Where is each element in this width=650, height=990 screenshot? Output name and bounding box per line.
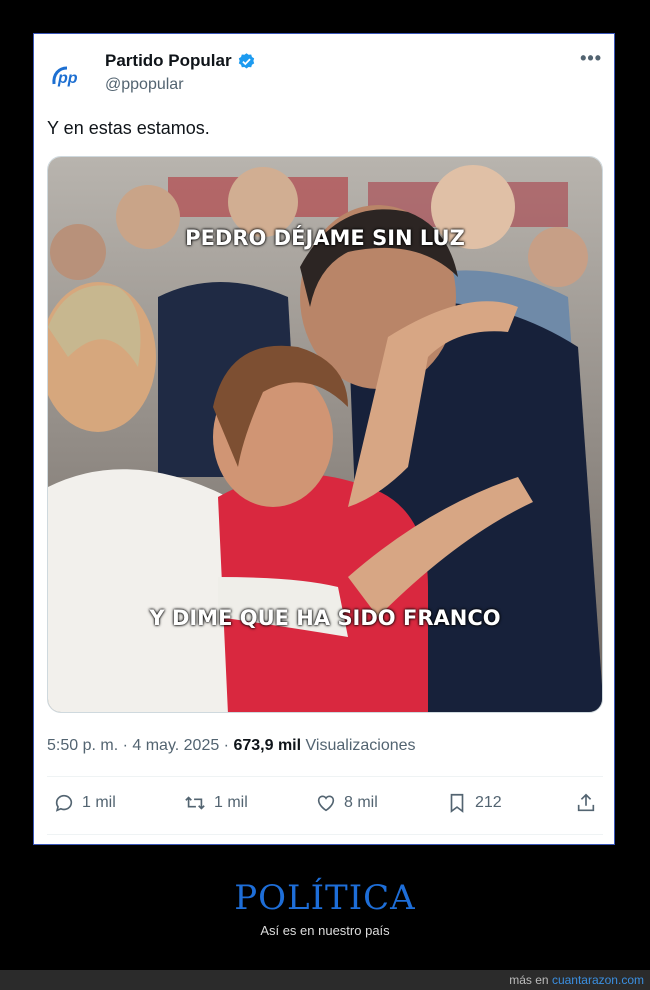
bookmark-count: 212 (475, 794, 502, 811)
repost-count: 1 mil (214, 794, 248, 811)
tweet-meta: 5:50 p. m. · 4 may. 2025 · 673,9 mil Vis… (47, 737, 416, 755)
bookmark-icon (450, 793, 464, 813)
tweet-media[interactable]: PEDRO DÉJAME SIN LUZ Y DIME QUE HA SIDO … (47, 156, 603, 713)
reply-button[interactable]: 1 mil (53, 792, 116, 814)
svg-text:pp: pp (57, 70, 78, 87)
more-prefix: más en (509, 973, 549, 987)
pp-logo-icon: pp (52, 66, 78, 87)
like-button[interactable]: 8 mil (315, 792, 378, 814)
tweet-actions: 1 mil 1 mil 8 mil 212 (47, 792, 603, 822)
share-icon (577, 793, 595, 812)
more-icon[interactable]: ••• (580, 48, 602, 69)
timestamp[interactable]: 5:50 p. m. · 4 may. 2025 · (47, 737, 229, 754)
tweet-text: Y en estas estamos. (47, 118, 210, 138)
like-count: 8 mil (344, 794, 378, 811)
bookmark-button[interactable]: 212 (446, 792, 502, 814)
author-name-text: Partido Popular (105, 51, 232, 70)
avatar[interactable]: pp (47, 54, 91, 98)
meme-caption-top: PEDRO DÉJAME SIN LUZ (185, 226, 465, 250)
views-count: 673,9 mil (233, 737, 302, 754)
author-handle[interactable]: @ppopular (105, 76, 184, 94)
like-icon (317, 795, 335, 812)
author-name[interactable]: Partido Popular (105, 51, 256, 71)
footer-bar: más en cuantarazon.com (0, 970, 650, 990)
divider-bottom (47, 834, 603, 835)
repost-button[interactable]: 1 mil (183, 792, 248, 814)
repost-icon (185, 796, 205, 810)
views-label: Visualizaciones (305, 737, 416, 754)
verified-badge-icon (238, 52, 254, 69)
reply-icon (55, 794, 73, 812)
category-title[interactable]: POLÍTICA (0, 878, 650, 918)
site-link[interactable]: cuantarazon.com (552, 973, 644, 987)
share-button[interactable] (575, 792, 597, 814)
tweet-card: pp Partido Popular @ppopular ••• Y en es… (33, 33, 615, 845)
divider (47, 776, 603, 777)
category-subtitle: Así es en nuestro país (260, 923, 390, 938)
meme-caption-bottom: Y DIME QUE HA SIDO FRANCO (149, 606, 501, 630)
reply-count: 1 mil (82, 794, 116, 811)
